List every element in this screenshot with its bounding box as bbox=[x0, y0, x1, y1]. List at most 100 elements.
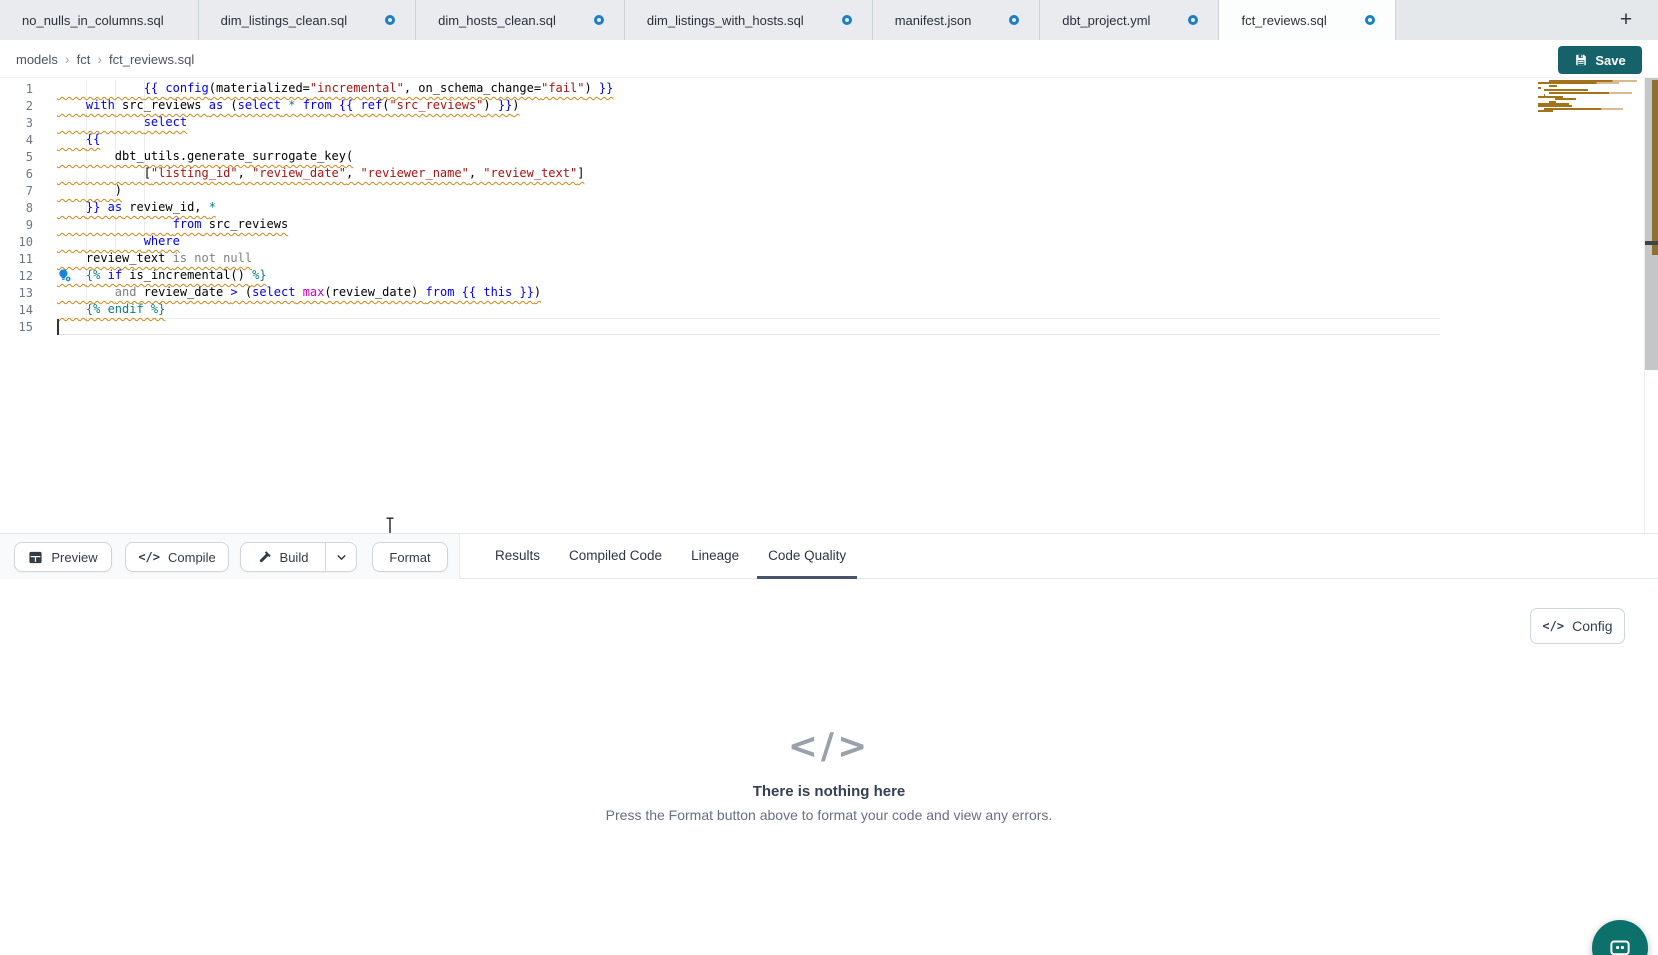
file-tab-label: no_nulls_in_columns.sql bbox=[22, 13, 164, 28]
save-label: Save bbox=[1595, 53, 1625, 68]
file-tab-no_nulls_in_columns.sql[interactable]: no_nulls_in_columns.sql bbox=[0, 0, 199, 40]
panel-tab-results[interactable]: Results bbox=[484, 534, 551, 579]
breadcrumb-item-models[interactable]: models bbox=[16, 52, 58, 67]
code-line-5: 5 dbt_utils.generate_surrogate_key( bbox=[0, 148, 613, 165]
overview-ruler-warning-marks bbox=[1652, 80, 1658, 255]
unsaved-changes-dot-icon bbox=[842, 15, 852, 25]
file-tab-dim_listings_with_hosts.sql[interactable]: dim_listings_with_hosts.sql bbox=[625, 0, 873, 40]
file-tab-label: fct_reviews.sql bbox=[1241, 13, 1326, 28]
file-tab-dbt_project.yml[interactable]: dbt_project.yml bbox=[1040, 0, 1219, 40]
new-tab-button[interactable]: + bbox=[1612, 8, 1640, 32]
line-number: 9 bbox=[0, 218, 33, 232]
hammer-icon bbox=[258, 550, 272, 564]
file-tab-dim_listings_clean.sql[interactable]: dim_listings_clean.sql bbox=[199, 0, 416, 40]
code-text: where bbox=[57, 233, 180, 250]
code-text: select bbox=[57, 114, 187, 131]
file-tab-fct_reviews.sql[interactable]: fct_reviews.sql bbox=[1219, 0, 1395, 40]
chat-bot-icon bbox=[1606, 934, 1634, 955]
dbt-ide-app: no_nulls_in_columns.sql dim_listings_clea… bbox=[0, 0, 1658, 955]
build-split-button: Build bbox=[240, 542, 357, 572]
line-number: 3 bbox=[0, 116, 33, 130]
code-line-13: 13 and review_date > (select max(review_… bbox=[0, 284, 613, 301]
code-brackets-icon: </> bbox=[0, 726, 1658, 767]
panel-tab-lineage[interactable]: Lineage bbox=[680, 534, 750, 579]
editor-scrollbar[interactable] bbox=[1645, 78, 1658, 533]
minimap[interactable] bbox=[1533, 80, 1643, 120]
code-lines: 1 {{ config(materialized="incremental", … bbox=[0, 80, 613, 335]
code-text: {{ bbox=[57, 131, 100, 148]
config-button[interactable]: </> Config bbox=[1530, 608, 1625, 644]
line-number: 15 bbox=[0, 320, 33, 334]
unsaved-changes-dot-icon bbox=[1188, 15, 1198, 25]
empty-state-subtitle: Press the Format button above to format … bbox=[0, 807, 1658, 823]
line-number: 4 bbox=[0, 133, 33, 147]
line-number: 10 bbox=[0, 235, 33, 249]
file-tab-label: dim_listings_with_hosts.sql bbox=[647, 13, 804, 28]
chevron-down-icon bbox=[335, 551, 348, 564]
breadcrumb-row: models›fct›fct_reviews.sql bbox=[0, 40, 1658, 78]
file-tab-manifest.json[interactable]: manifest.json bbox=[873, 0, 1041, 40]
code-line-15: 15 bbox=[0, 318, 613, 335]
code-text: ["listing_id", "review_date", "reviewer_… bbox=[57, 165, 584, 182]
build-dropdown-button[interactable] bbox=[326, 543, 356, 571]
unsaved-changes-dot-icon bbox=[385, 15, 395, 25]
code-text: from src_reviews bbox=[57, 216, 288, 233]
preview-button[interactable]: Preview bbox=[14, 542, 112, 572]
code-text: review_text is not null bbox=[57, 250, 252, 267]
code-line-10: 10 where bbox=[0, 233, 613, 250]
file-tab-dim_hosts_clean.sql[interactable]: dim_hosts_clean.sql bbox=[416, 0, 625, 40]
panel-toolbar: Preview </> Compile Build bbox=[0, 534, 1658, 579]
panel-tab-compiled-code[interactable]: Compiled Code bbox=[558, 534, 673, 579]
unsaved-changes-dot-icon bbox=[1009, 15, 1019, 25]
line-number: 6 bbox=[0, 167, 33, 181]
bottom-panel: Preview </> Compile Build bbox=[0, 533, 1658, 955]
code-text: {% if is_incremental() %} bbox=[57, 267, 267, 284]
code-line-8: 8 }} as review_id, * bbox=[0, 199, 613, 216]
code-text: with src_reviews as (select * from {{ re… bbox=[57, 97, 520, 114]
unsaved-changes-dot-icon bbox=[1365, 15, 1375, 25]
line-number: 7 bbox=[0, 184, 33, 198]
build-button[interactable]: Build bbox=[241, 543, 326, 571]
line-number: 12 bbox=[0, 269, 33, 283]
file-tab-label: dim_listings_clean.sql bbox=[221, 13, 347, 28]
compile-button[interactable]: </> Compile bbox=[125, 542, 229, 572]
line-number: 13 bbox=[0, 286, 33, 300]
breadcrumb: models›fct›fct_reviews.sql bbox=[16, 40, 194, 78]
file-tab-label: dbt_project.yml bbox=[1062, 13, 1150, 28]
breadcrumb-separator-icon: › bbox=[58, 51, 77, 67]
breadcrumb-item-fct_reviews.sql[interactable]: fct_reviews.sql bbox=[109, 52, 194, 67]
code-editor[interactable]: 1 {{ config(materialized="incremental", … bbox=[0, 78, 1658, 533]
config-label: Config bbox=[1572, 618, 1612, 634]
code-text: dbt_utils.generate_surrogate_key( bbox=[57, 148, 353, 165]
code-brackets-icon: </> bbox=[1542, 619, 1564, 633]
breadcrumb-item-fct[interactable]: fct bbox=[77, 52, 91, 67]
file-tab-label: manifest.json bbox=[895, 13, 972, 28]
preview-label: Preview bbox=[51, 550, 97, 565]
compile-label: Compile bbox=[168, 550, 216, 565]
build-label: Build bbox=[280, 550, 309, 565]
code-line-9: 9 from src_reviews bbox=[0, 216, 613, 233]
code-brackets-icon: </> bbox=[138, 550, 160, 564]
panel-tab-code-quality[interactable]: Code Quality bbox=[757, 534, 857, 579]
code-line-6: 6 ["listing_id", "review_date", "reviewe… bbox=[0, 165, 613, 182]
text-caret bbox=[57, 319, 59, 335]
format-label: Format bbox=[389, 550, 430, 565]
code-line-3: 3 select bbox=[0, 114, 613, 131]
breadcrumb-separator-icon: › bbox=[90, 51, 109, 67]
lightbulb-icon[interactable] bbox=[57, 268, 72, 283]
save-button[interactable]: Save bbox=[1558, 46, 1642, 74]
line-number: 14 bbox=[0, 303, 33, 317]
line-number: 8 bbox=[0, 201, 33, 215]
line-number: 1 bbox=[0, 82, 33, 96]
code-line-14: 14 {% endif %} bbox=[0, 301, 613, 318]
code-line-4: 4 {{ bbox=[0, 131, 613, 148]
line-number: 11 bbox=[0, 252, 33, 266]
code-text: {{ config(materialized="incremental", on… bbox=[57, 80, 613, 97]
file-tab-label: dim_hosts_clean.sql bbox=[438, 13, 556, 28]
format-button[interactable]: Format bbox=[372, 542, 448, 572]
code-line-7: 7 ) bbox=[0, 182, 613, 199]
panel-tabs: ResultsCompiled CodeLineageCode Quality bbox=[484, 534, 857, 579]
code-line-2: 2 with src_reviews as (select * from {{ … bbox=[0, 97, 613, 114]
code-text: {% endif %} bbox=[57, 301, 165, 318]
save-icon bbox=[1574, 53, 1588, 67]
